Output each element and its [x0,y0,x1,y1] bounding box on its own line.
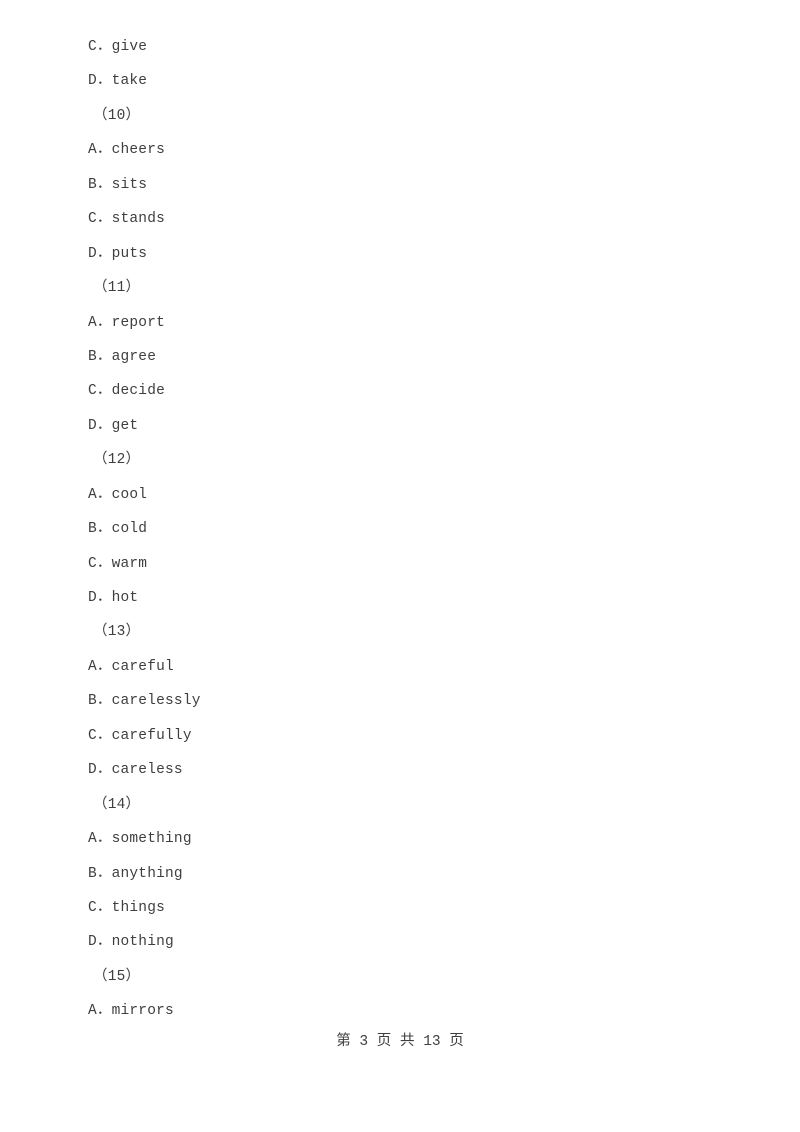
answer-option: C．stands [88,211,166,228]
question-number: （13） [93,624,141,641]
answer-option: C．carefully [88,727,192,744]
question-number: （15） [93,968,141,985]
answer-option: A．cool [88,486,148,503]
answer-option: A．something [88,831,192,848]
answer-option: B．anything [88,865,183,882]
answer-option: D．hot [88,590,139,606]
document-page: C．give D．take （10） A．cheers B．sits C．stands D．… [0,0,800,1132]
answer-option: C．decide [88,383,166,400]
answer-option: D．nothing [88,934,174,951]
answer-option: D．get [88,417,139,434]
question-number: （12） [93,452,141,469]
answer-option: B．carelessly [88,693,201,710]
answer-option: B．agree [88,348,157,365]
answer-option: B．sits [88,176,148,193]
page-footer: 第 3 页 共 13 页 [336,1034,464,1050]
answer-option: C．things [88,899,166,916]
question-number: （10） [93,107,141,124]
answer-option: C．give [88,39,148,55]
answer-option: A．careful [88,658,174,675]
answer-option: D．careless [88,762,183,779]
answer-option: D．puts [88,245,148,262]
answer-option: A．cheers [88,142,166,159]
question-number: （14） [93,796,141,813]
answer-option: A．report [88,314,166,331]
answer-option: B．cold [88,521,148,538]
answer-option: D．take [88,73,148,90]
question-options-list: C．give D．take （10） A．cheers B．sits C．stands D．… [88,30,708,1029]
answer-option: C．warm [88,555,148,572]
question-number: （11） [93,280,141,297]
answer-option: A．mirrors [88,1003,174,1020]
